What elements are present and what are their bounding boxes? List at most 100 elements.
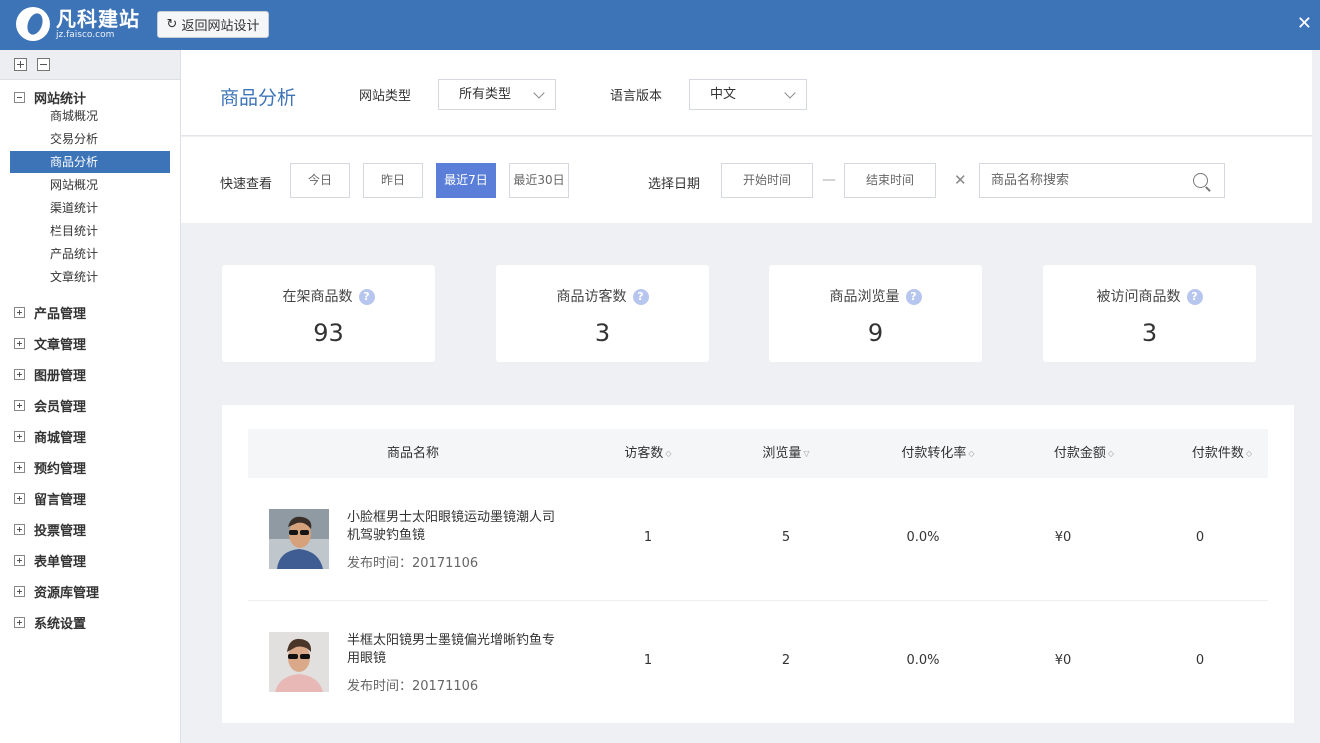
sidebar-group-label: 系统设置 bbox=[34, 617, 87, 632]
select-date-label: 选择日期 bbox=[648, 177, 701, 192]
product-name-link[interactable]: 小脸框男士太阳眼镜运动墨镜潮人司机驾驶钓鱼镜 bbox=[347, 509, 567, 545]
expand-toggle-icon[interactable] bbox=[14, 617, 25, 628]
help-icon[interactable]: ? bbox=[358, 289, 375, 305]
page-title: 商品分析 bbox=[220, 87, 297, 109]
sidebar-group-message-mgmt[interactable]: 留言管理 bbox=[14, 489, 86, 508]
back-to-design-label: 返回网站设计 bbox=[181, 19, 260, 34]
sidebar-item-mall-overview[interactable]: 商城概况 bbox=[10, 105, 170, 127]
start-date-field[interactable]: 开始时间 bbox=[721, 163, 813, 198]
expand-toggle-icon[interactable] bbox=[14, 400, 25, 411]
expand-toggle-icon[interactable] bbox=[14, 462, 25, 473]
search-icon[interactable] bbox=[1193, 173, 1208, 188]
page-header-panel: 商品分析 网站类型 所有类型 语言版本 中文 bbox=[181, 50, 1312, 136]
sidebar-group-vote-mgmt[interactable]: 投票管理 bbox=[14, 520, 86, 539]
stat-card-listed-products: 在架商品数? 93 bbox=[222, 265, 435, 362]
expand-toggle-icon[interactable] bbox=[14, 524, 25, 535]
brand-domain: jz.faisco.com bbox=[56, 30, 115, 40]
column-header-amount[interactable]: 付款金额 ◇ bbox=[1024, 429, 1144, 478]
quick-yesterday-button[interactable]: 昨日 bbox=[363, 163, 423, 198]
stat-label: 在架商品数 bbox=[282, 289, 353, 305]
help-icon[interactable]: ? bbox=[1186, 289, 1203, 305]
stat-label: 商品浏览量 bbox=[829, 289, 900, 305]
sidebar-item-site-overview[interactable]: 网站概况 bbox=[10, 174, 170, 196]
close-icon[interactable]: ✕ bbox=[1297, 14, 1312, 34]
expand-toggle-icon[interactable] bbox=[14, 493, 25, 504]
refresh-icon: ↻ bbox=[166, 17, 178, 32]
end-date-field[interactable]: 结束时间 bbox=[844, 163, 936, 198]
sidebar-group-system-settings[interactable]: 系统设置 bbox=[14, 613, 86, 632]
sidebar-group-album-mgmt[interactable]: 图册管理 bbox=[14, 365, 86, 384]
stat-card-visited-products: 被访问商品数? 3 bbox=[1043, 265, 1256, 362]
cell-visitors: 1 bbox=[643, 530, 653, 545]
column-header-visitors[interactable]: 访客数 ◇ bbox=[588, 429, 708, 478]
sort-icon[interactable]: ◇ bbox=[968, 429, 974, 478]
sidebar-item-product-stats[interactable]: 产品统计 bbox=[10, 243, 170, 265]
cell-conversion: 0.0% bbox=[906, 653, 940, 668]
stat-value: 9 bbox=[867, 319, 884, 347]
collapse-toggle-icon[interactable] bbox=[14, 92, 25, 103]
sidebar-group-form-mgmt[interactable]: 表单管理 bbox=[14, 551, 86, 570]
quick-today-button[interactable]: 今日 bbox=[290, 163, 350, 198]
sidebar-group-label: 图册管理 bbox=[34, 369, 87, 384]
language-select[interactable]: 中文 bbox=[689, 79, 807, 110]
sidebar-item-product-analysis[interactable]: 商品分析 bbox=[10, 151, 170, 173]
sidebar-item-column-stats[interactable]: 栏目统计 bbox=[10, 220, 170, 242]
back-to-design-button[interactable]: ↻ 返回网站设计 bbox=[157, 11, 269, 38]
sidebar-group-product-mgmt[interactable]: 产品管理 bbox=[14, 303, 86, 322]
top-header: 凡科建站 jz.faisco.com ↻ 返回网站设计 ✕ bbox=[0, 0, 1320, 50]
product-thumbnail[interactable] bbox=[269, 509, 329, 569]
sidebar-group-booking-mgmt[interactable]: 预约管理 bbox=[14, 458, 86, 477]
sidebar-group-label: 资源库管理 bbox=[34, 586, 100, 601]
quick-last-30-days-button[interactable]: 最近30日 bbox=[509, 163, 569, 198]
product-thumbnail[interactable] bbox=[269, 632, 329, 692]
help-icon[interactable]: ? bbox=[632, 289, 649, 305]
cell-count: 0 bbox=[1195, 653, 1205, 668]
brand-logo[interactable]: 凡科建站 jz.faisco.com bbox=[16, 7, 140, 41]
sidebar-item-trade-analysis[interactable]: 交易分析 bbox=[10, 128, 170, 150]
sidebar-group-article-mgmt[interactable]: 文章管理 bbox=[14, 334, 86, 353]
sidebar-group-mall-mgmt[interactable]: 商城管理 bbox=[14, 427, 86, 446]
expand-toggle-icon[interactable] bbox=[14, 431, 25, 442]
sidebar-group-member-mgmt[interactable]: 会员管理 bbox=[14, 396, 86, 415]
sort-icon[interactable]: ◇ bbox=[1246, 429, 1252, 478]
expand-toggle-icon[interactable] bbox=[14, 586, 25, 597]
language-value: 中文 bbox=[710, 87, 737, 102]
stat-label: 商品访客数 bbox=[556, 289, 627, 305]
product-search-input[interactable] bbox=[980, 164, 1180, 197]
brand-logo-icon bbox=[16, 7, 50, 41]
stat-value: 3 bbox=[594, 319, 611, 347]
sidebar-toolbar bbox=[0, 50, 180, 80]
cell-views: 5 bbox=[781, 530, 791, 545]
column-label: 付款金额 bbox=[1053, 446, 1106, 461]
sort-desc-icon[interactable]: ▽ bbox=[803, 429, 809, 478]
site-type-select[interactable]: 所有类型 bbox=[438, 79, 556, 110]
column-label: 付款转化率 bbox=[901, 446, 967, 461]
sidebar-group-resource-mgmt[interactable]: 资源库管理 bbox=[14, 582, 99, 601]
sidebar-item-article-stats[interactable]: 文章统计 bbox=[10, 266, 170, 288]
expand-toggle-icon[interactable] bbox=[14, 369, 25, 380]
sort-icon[interactable]: ◇ bbox=[665, 429, 671, 478]
cell-count: 0 bbox=[1195, 530, 1205, 545]
expand-all-icon[interactable] bbox=[14, 58, 27, 71]
sort-icon[interactable]: ◇ bbox=[1108, 429, 1114, 478]
sidebar-group-label: 预约管理 bbox=[34, 462, 87, 477]
expand-toggle-icon[interactable] bbox=[14, 307, 25, 318]
sidebar-group-label: 会员管理 bbox=[34, 400, 87, 415]
quick-last-7-days-button[interactable]: 最近7日 bbox=[436, 163, 496, 198]
product-publish-date: 发布时间：20171106 bbox=[347, 679, 479, 694]
stat-value: 93 bbox=[313, 319, 344, 347]
column-header-count[interactable]: 付款件数 ◇ bbox=[1162, 429, 1282, 478]
help-icon[interactable]: ? bbox=[905, 289, 922, 305]
expand-toggle-icon[interactable] bbox=[14, 555, 25, 566]
product-name-link[interactable]: 半框太阳镜男士墨镜偏光增晰钓鱼专用眼镜 bbox=[347, 632, 567, 668]
column-header-conversion[interactable]: 付款转化率 ◇ bbox=[878, 429, 998, 478]
clear-date-icon[interactable]: ✕ bbox=[954, 171, 967, 189]
sidebar-item-channel-stats[interactable]: 渠道统计 bbox=[10, 197, 170, 219]
column-label: 付款件数 bbox=[1191, 446, 1244, 461]
column-label: 浏览量 bbox=[762, 446, 802, 461]
collapse-all-icon[interactable] bbox=[37, 58, 50, 71]
expand-toggle-icon[interactable] bbox=[14, 338, 25, 349]
column-header-views[interactable]: 浏览量 ▽ bbox=[726, 429, 846, 478]
brand-name: 凡科建站 bbox=[56, 7, 140, 31]
site-type-value: 所有类型 bbox=[459, 87, 512, 102]
